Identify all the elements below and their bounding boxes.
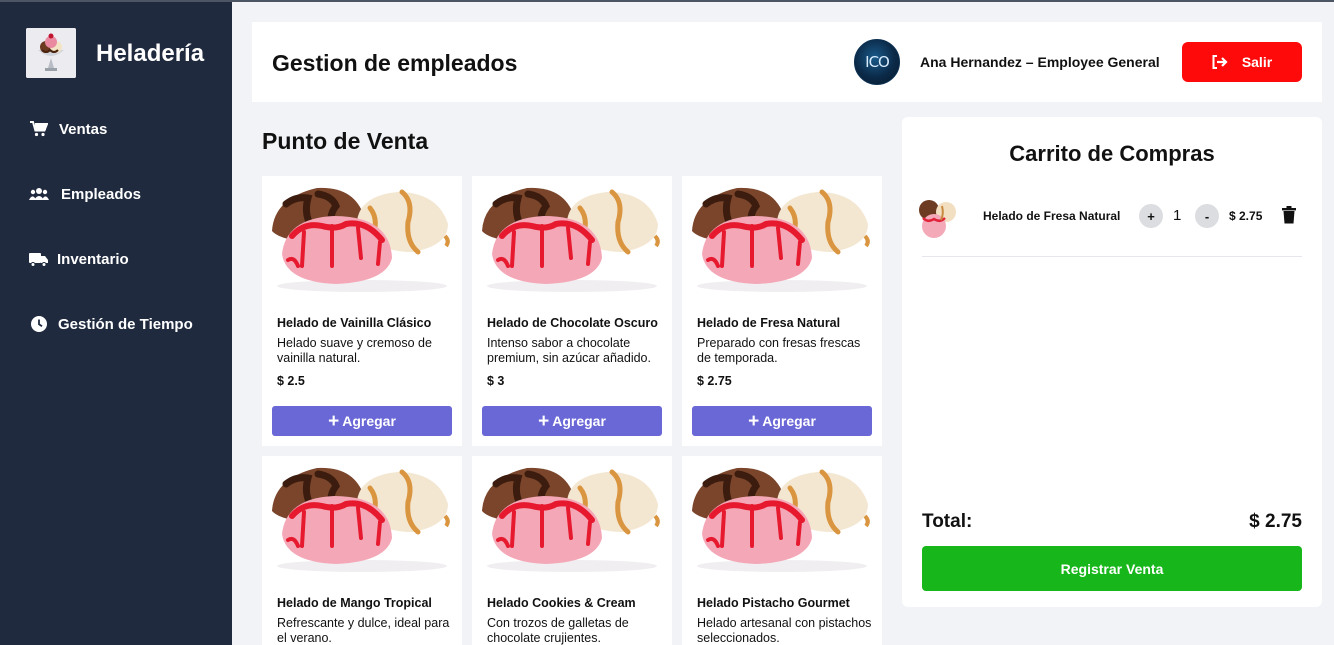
logout-label: Salir — [1241, 54, 1273, 70]
product-price: $ 2.5 — [277, 374, 305, 388]
cart-item-price: $ 2.75 — [1229, 209, 1263, 223]
product-name: Helado de Chocolate Oscuro — [487, 316, 658, 330]
total-label: Total: — [922, 511, 973, 532]
logout-button[interactable]: Salir — [1182, 42, 1302, 82]
increase-qty-button[interactable]: + — [1139, 204, 1163, 228]
product-card: Helado de Chocolate Oscuro Intenso sabor … — [472, 176, 672, 446]
product-card: Helado de Mango Tropical Refrescante y du… — [262, 456, 462, 645]
product-name: Helado de Mango Tropical — [277, 596, 432, 610]
page-title: Gestion de empleados — [272, 50, 518, 76]
cart-item-name: Helado de Fresa Natural — [983, 209, 1121, 223]
cart-item: Helado de Fresa Natural + 1 - $ 2.75 — [919, 193, 1302, 257]
plus-icon: + — [538, 410, 550, 432]
clock-icon — [28, 315, 50, 333]
cart-icon — [28, 120, 50, 138]
product-description: Helado suave y cremoso de vainilla natur… — [277, 336, 432, 365]
decrease-qty-button[interactable]: - — [1195, 204, 1219, 228]
avatar[interactable]: ICO — [854, 39, 900, 85]
sidebar-item-label: Ventas — [59, 120, 108, 138]
product-name: Helado Cookies & Cream — [487, 596, 636, 610]
users-icon — [28, 185, 50, 203]
product-description: Refrescante y dulce, ideal para el veran… — [277, 616, 450, 645]
product-price: $ 3 — [487, 374, 505, 388]
sign-out-icon — [1212, 55, 1228, 69]
shopping-cart-panel: Carrito de Compras Helado de Fresa Natur… — [902, 117, 1322, 607]
user-name: Ana Hernandez – Employee General — [920, 54, 1160, 70]
sidebar-item-inventario[interactable]: Inventario — [28, 250, 129, 268]
register-sale-button[interactable]: Registrar Venta — [922, 546, 1302, 591]
product-image — [472, 456, 672, 576]
product-name: Helado Pistacho Gourmet — [697, 596, 850, 610]
add-label: Agregar — [342, 413, 396, 429]
add-to-cart-button[interactable]: + Agregar — [482, 406, 662, 436]
product-image — [262, 176, 462, 296]
cart-title: Carrito de Compras — [1009, 141, 1215, 166]
product-card: Helado Pistacho Gourmet Helado artesanal … — [682, 456, 882, 645]
product-image — [472, 176, 672, 296]
product-card: Helado de Vainilla Clásico Helado suave y… — [262, 176, 462, 446]
cart-item-qty: 1 — [1173, 207, 1182, 224]
cart-item-image — [912, 196, 962, 242]
sidebar-item-label: Empleados — [61, 185, 142, 203]
app-brand: Heladería — [96, 40, 205, 67]
product-image — [262, 456, 462, 576]
trash-icon[interactable] — [1282, 206, 1296, 224]
truck-icon — [28, 250, 50, 268]
sidebar: Heladería Ventas Empleados Inventario Ge… — [0, 2, 232, 645]
add-label: Agregar — [552, 413, 606, 429]
product-description: Intenso sabor a chocolate premium, sin a… — [487, 336, 651, 365]
add-to-cart-button[interactable]: + Agregar — [272, 406, 452, 436]
add-to-cart-button[interactable]: + Agregar — [692, 406, 872, 436]
add-label: Agregar — [762, 413, 816, 429]
plus-icon: + — [748, 410, 760, 432]
product-description: Con trozos de galletas de chocolate cruj… — [487, 616, 629, 645]
product-image — [682, 456, 882, 576]
sidebar-item-ventas[interactable]: Ventas — [28, 120, 107, 138]
plus-icon: + — [328, 410, 340, 432]
product-name: Helado de Fresa Natural — [697, 316, 841, 330]
sidebar-item-label: Gestión de Tiempo — [58, 315, 193, 333]
total-value: $ 2.75 — [1249, 511, 1302, 532]
sidebar-item-gestion-tiempo[interactable]: Gestión de Tiempo — [28, 315, 193, 333]
sundae-logo — [26, 28, 76, 78]
pos-title: Punto de Venta — [262, 128, 429, 154]
product-card: Helado Cookies & Cream Con trozos de gall… — [472, 456, 672, 645]
avatar-text: ICO — [865, 53, 890, 71]
product-card: Helado de Fresa Natural Preparado con fre… — [682, 176, 882, 446]
product-description: Preparado con fresas frescas de temporad… — [697, 336, 861, 365]
top-header: Gestion de empleados ICO Ana Hernandez –… — [252, 22, 1322, 102]
sidebar-item-label: Inventario — [57, 250, 129, 268]
product-price: $ 2.75 — [697, 374, 732, 388]
product-description: Helado artesanal con pistachos seleccion… — [697, 616, 872, 645]
product-image — [682, 176, 882, 296]
product-name: Helado de Vainilla Clásico — [277, 316, 432, 330]
sidebar-item-empleados[interactable]: Empleados — [28, 185, 141, 203]
